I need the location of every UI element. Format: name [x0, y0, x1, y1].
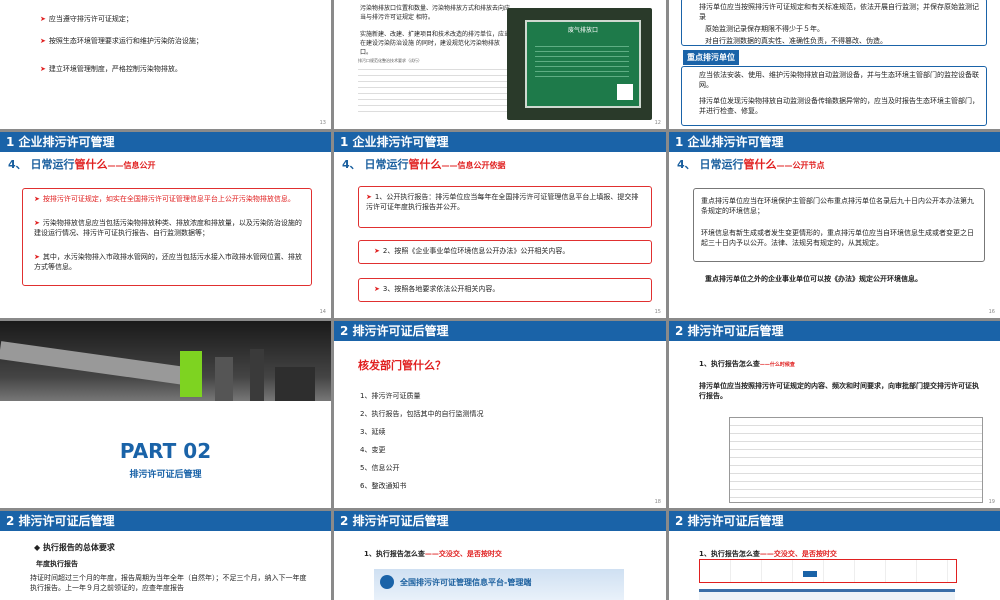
qr-code-icon — [617, 84, 633, 100]
page-number: 12 — [654, 120, 661, 126]
list-item: 2、执行报告，包括其中的自行监测情况 — [360, 410, 484, 418]
section-subheading: 年度执行报告 — [36, 560, 78, 568]
bullet-text: 3、按照各地要求依法公开相关内容。 — [382, 285, 500, 293]
bullet-text: 环境信息有新生成或者发生变更情形的，重点排污单位应当自环境信息生成或者变更之日起… — [701, 229, 974, 247]
page-number: 13 — [319, 120, 326, 126]
bullet-text: 建立环境管理制度，严格控制污染物排放。 — [48, 65, 182, 73]
bullet-text: 应当依法安装、使用、维护污染物排放自动监测设备，并与生态环境主管部门的监控设备联… — [699, 71, 979, 89]
report-table — [729, 417, 983, 503]
slide-4: 1 企业排污许可管理 4、 日常运行管什么——信息公开 ➤ 按排污许可证规定，如实… — [0, 132, 331, 318]
bullet-text: 重点排污单位应当在环境保护主管部门公布重点排污单位名录后九十日内公开本办法第九条… — [701, 197, 974, 215]
section-heading: ◆ 执行报告的总体要求 — [34, 543, 115, 552]
slide-12: 2 排污许可证后管理 1、执行报告怎么查——交没交、是否按时交 — [669, 511, 1000, 600]
slide-1: ➤ 应当遵守排污许可证规定； ➤ 按照生态环境管理要求运行和维护污染防治设施； ➤ 建… — [0, 0, 331, 129]
bullet-text: 污染物排放口位置和数量、污染物排放方式和排放去向应当与排污许可证规定 相符。 — [360, 5, 511, 21]
list-item: 5、信息公开 — [360, 464, 400, 472]
industrial-banner-image — [0, 321, 331, 401]
slide-subtitle: 1、执行报告怎么查 — [699, 360, 760, 368]
part-subtitle: 排污许可证后管理 — [129, 470, 202, 480]
slide-subtitle: 4、 日常运行管什么——信息公开 — [8, 158, 156, 171]
bullet-text: 2、按照《企业事业单位环境信息公开办法》公开相关内容。 — [382, 247, 570, 255]
sign-title: 废气排放口 — [567, 27, 598, 34]
platform-logo-icon — [380, 575, 394, 589]
slide-header: 2 排污许可证后管理 — [0, 511, 331, 531]
bullet-text: 实施新建、改建、扩建项目和技术改造的排污单位，应当在建设污染防治设施 的同时，建… — [360, 31, 511, 56]
slide-header: 2 排污许可证后管理 — [669, 321, 1000, 341]
part-title: PART 02 — [119, 439, 212, 463]
slide-subtitle: 1、执行报告怎么查 — [364, 550, 425, 558]
page-number: 19 — [988, 499, 995, 505]
slide-9: 2 排污许可证后管理 1、执行报告怎么查——什么时候查 排污单位应当按照排污许可… — [669, 321, 1000, 508]
slide-header: 2 排污许可证后管理 — [334, 321, 666, 341]
page-number: 15 — [654, 309, 661, 315]
list-item: 3、延续 — [360, 428, 386, 436]
bullet-text: 原始监测记录保存期限不得少于５年。 — [705, 25, 824, 33]
slide-11: 2 排污许可证后管理 1、执行报告怎么查——交没交、是否按时交 全国排污许可证管… — [334, 511, 666, 600]
search-button[interactable] — [803, 571, 817, 577]
results-area — [699, 589, 955, 600]
doc-text-lines — [358, 64, 508, 114]
slide-subtitle: 4、 日常运行管什么——公开节点 — [677, 158, 825, 171]
body-text: 排污单位应当按照排污许可证规定的内容、频次和时间要求，向审批部门提交排污许可证执… — [699, 382, 979, 400]
list-item: 4、变更 — [360, 446, 386, 454]
search-panel — [699, 559, 957, 583]
note-text: 重点排污单位之外的企业事业单位可以按《办法》规定公开环境信息。 — [705, 275, 922, 283]
outlet-sign-photo: 废气排放口 — [507, 8, 652, 120]
bullet-text: 排污单位应当按照排污许可证规定和有关标准规范，依法开展自行监测；并保存原始监测记… — [699, 3, 979, 21]
section-label: 重点排污单位 — [683, 50, 739, 65]
platform-banner: 全国排污许可证管理信息平台-管理端 — [374, 569, 624, 600]
slide-5: 1 企业排污许可管理 4、 日常运行管什么——信息公开依据 ➤ 1、公开执行报告：… — [334, 132, 666, 318]
bullet-text: 应当遵守排污许可证规定； — [48, 15, 133, 23]
slide-header: 2 排污许可证后管理 — [669, 511, 1000, 531]
bullet-text: 按排污许可证规定，如实在全国排污许可证管理信息平台上公开污染物排放信息。 — [42, 195, 295, 203]
slide-header: 1 企业排污许可管理 — [669, 132, 1000, 152]
slide-subtitle: 1、执行报告怎么查 — [699, 550, 760, 558]
slide-subtitle: 4、 日常运行管什么——信息公开依据 — [342, 158, 506, 171]
bullet-text: 污染物排放信息应当包括污染物排放种类、排放浓度和排放量，以及污染防治设施的建设运… — [34, 219, 302, 237]
page-number: 18 — [654, 499, 661, 505]
bullet-text: 其中，水污染物排入市政排水管网的，还应当包括污水接入市政排水管网位置、排放方式等… — [34, 253, 302, 271]
bullet-text: 对自行监测数据的真实性、准确性负责，不得篡改、伪造。 — [705, 37, 887, 45]
slide-header: 2 排污许可证后管理 — [334, 511, 666, 531]
body-text: 持证时间超过三个月的年度，报告周期为当年全年（自然年）；不足三个月，纳入下一年度… — [30, 574, 307, 592]
question-heading: 核发部门管什么？ — [358, 359, 446, 372]
slide-8: 2 排污许可证后管理 核发部门管什么？ 1、排污许可证质量 2、执行报告，包括其… — [334, 321, 666, 508]
slide-header: 1 企业排污许可管理 — [334, 132, 666, 152]
slide-header: 1 企业排污许可管理 — [0, 132, 331, 152]
slide-2: 污染物排放口位置和数量、污染物排放方式和排放去向应当与排污许可证规定 相符。 实… — [334, 0, 666, 129]
slide-7: PART 02 排污许可证后管理 — [0, 321, 331, 508]
bullet-text: 1、公开执行报告：排污单位应当每年在全国排污许可证管理信息平台上填报、提交排污许… — [366, 193, 639, 211]
slide-3: 排污单位应当按照排污许可证规定和有关标准规范，依法开展自行监测；并保存原始监测记… — [669, 0, 1000, 129]
list-item: 1、排污许可证质量 — [360, 392, 421, 400]
page-number: 16 — [988, 309, 995, 315]
platform-title: 全国排污许可证管理信息平台-管理端 — [400, 578, 532, 587]
list-item: 6、整改通知书 — [360, 482, 407, 490]
bullet-text: 排污单位发现污染物排放自动监测设备传输数据异常的，应当及时报告生态环境主管部门，… — [699, 97, 979, 115]
bullet-text: 按照生态环境管理要求运行和维护污染防治设施； — [48, 37, 203, 45]
slide-6: 1 企业排污许可管理 4、 日常运行管什么——公开节点 重点排污单位应当在环境保… — [669, 132, 1000, 318]
page-number: 14 — [319, 309, 326, 315]
slide-10: 2 排污许可证后管理 ◆ 执行报告的总体要求 年度执行报告 持证时间超过三个月的… — [0, 511, 331, 600]
